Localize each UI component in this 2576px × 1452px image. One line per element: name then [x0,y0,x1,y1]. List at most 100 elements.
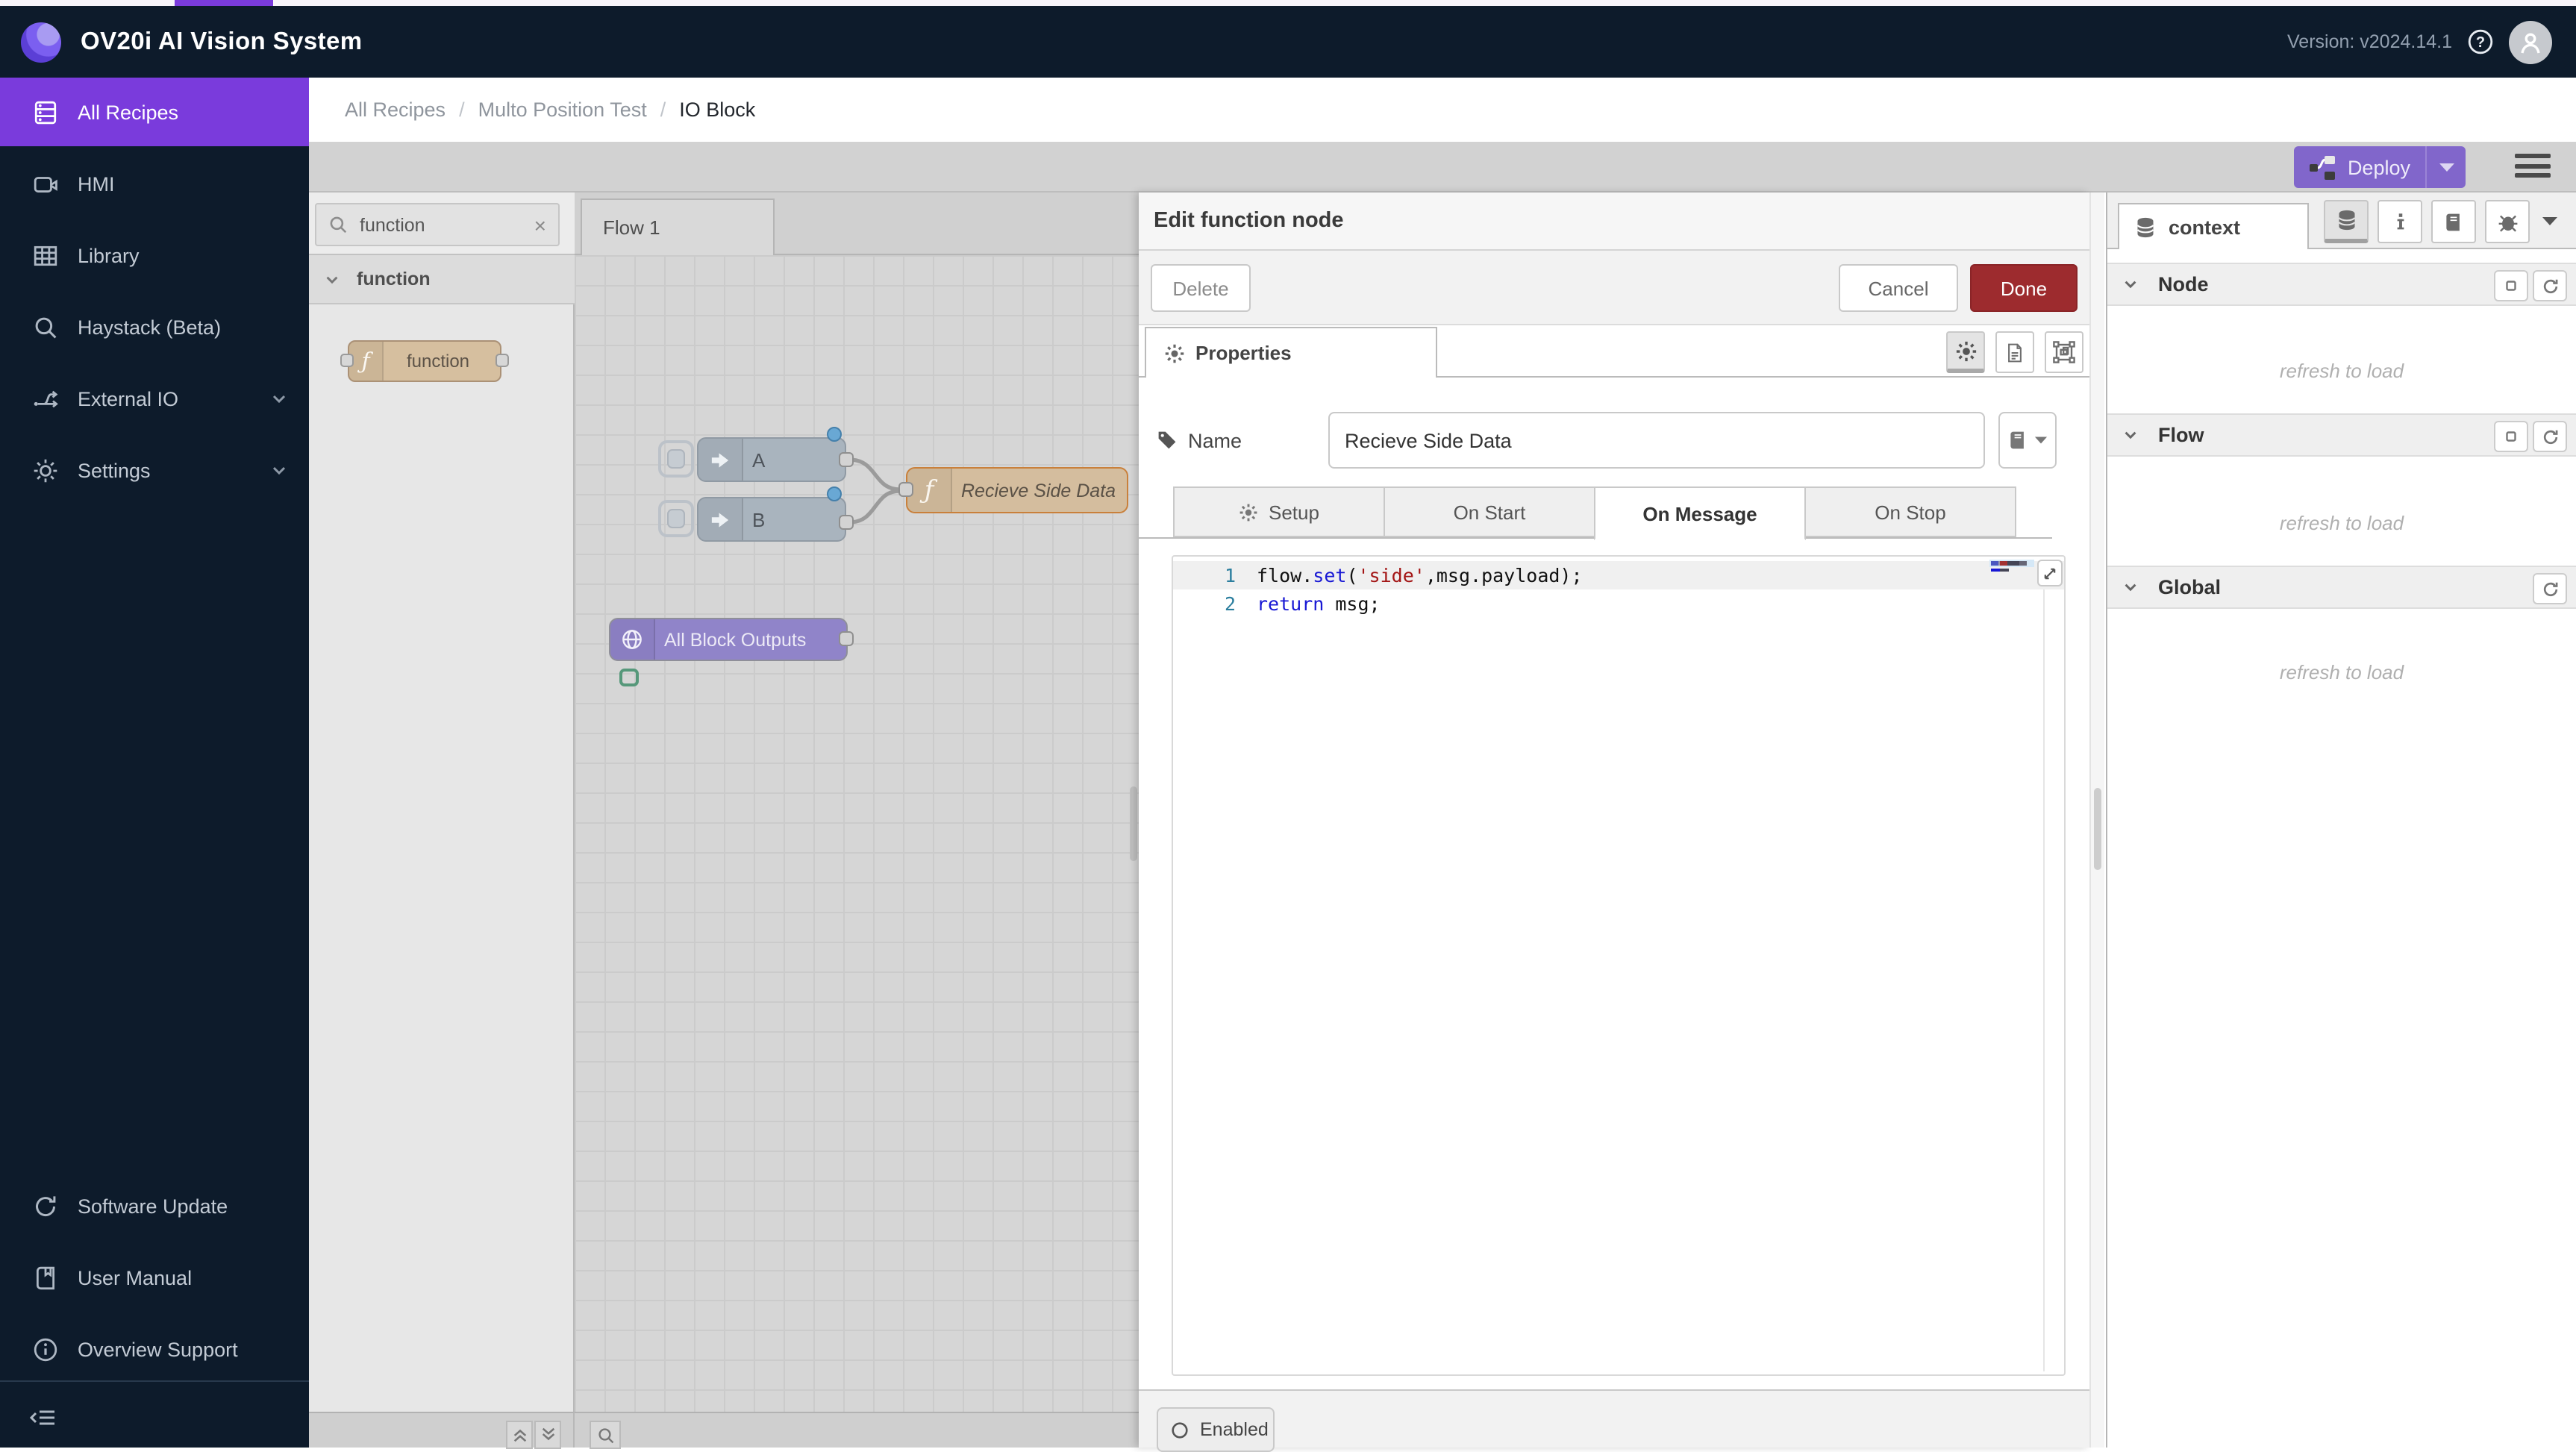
line-number: 1 [1173,561,1257,589]
svg-text:?: ? [2476,34,2485,51]
sidebar-item-software-update[interactable]: Software Update [0,1173,309,1239]
palette-node-output-port [495,354,509,367]
avatar[interactable] [2509,20,2552,63]
sidebar-item-settings[interactable]: Settings [0,437,309,503]
code-minimap[interactable] [1989,560,2034,583]
global-context-refresh-button[interactable] [2533,573,2567,604]
node-b-output-port[interactable] [839,515,854,530]
node-label: All Block Outputs [664,619,840,660]
palette-category-function[interactable]: function [309,255,575,304]
code-line-1[interactable]: 1 flow.set('side',msg.payload); [1173,561,2064,589]
flow-canvas[interactable]: A B ƒ Recieve Side Data All Block Output… [575,255,1139,1412]
name-label: Name [1157,412,1242,469]
delete-button[interactable]: Delete [1151,264,1251,312]
top-strip [0,0,2576,6]
section-title: Node [2158,273,2209,295]
node-b[interactable]: B [697,497,846,542]
link-arrow-icon [698,439,743,481]
tab-context[interactable]: context [2118,203,2309,249]
chevron-down-icon [2122,579,2139,595]
breadcrumb-multo-position-test[interactable]: Multo Position Test [478,98,647,121]
node-label: A [752,439,839,481]
wire-a-to-function[interactable] [849,460,900,489]
tab-flow-1[interactable]: Flow 1 [581,198,775,255]
dialog-scrollbar[interactable] [2089,193,2104,1448]
app-logo [21,22,61,62]
tab-setup[interactable]: Setup [1173,486,1385,537]
context-section-global[interactable]: Global [2107,566,2576,609]
node-recieve-side-data[interactable]: ƒ Recieve Side Data [906,467,1128,513]
appearance-button[interactable] [2045,331,2083,373]
palette-expand-all-button[interactable] [534,1421,561,1449]
search-icon [328,215,348,234]
name-input[interactable] [1328,412,1985,469]
tab-on-message[interactable]: On Message [1594,486,1806,540]
link-stub-b[interactable] [658,500,694,537]
code-editor[interactable]: 1 flow.set('side',msg.payload); 2 return… [1172,555,2066,1376]
help-book-button[interactable] [2431,200,2476,243]
palette-node-function[interactable]: ƒ function [348,340,501,382]
node-a[interactable]: A [697,437,846,482]
sidebar-item-all-recipes[interactable]: All Recipes [0,78,309,146]
chevron-down-icon [270,461,288,479]
palette-search-input[interactable] [357,213,534,237]
editor-scrollbar[interactable] [2043,589,2045,1371]
node-a-output-port[interactable] [839,452,854,467]
sidebar-item-label: External IO [78,387,178,410]
global-context-placeholder: refresh to load [2107,661,2576,683]
flow-context-refresh-button[interactable] [2533,421,2567,452]
tab-on-stop[interactable]: On Stop [1804,486,2016,537]
sidebar-item-overview-support[interactable]: Overview Support [0,1316,309,1382]
help-icon[interactable]: ? [2467,28,2494,55]
name-label-options-button[interactable] [1998,412,2057,469]
palette-search-box[interactable]: × [315,203,560,246]
cancel-button[interactable]: Cancel [1839,264,1958,312]
deploy-button[interactable]: Deploy [2294,146,2466,188]
code-line-2[interactable]: 2 return msg; [1173,589,2064,618]
sidebar-item-label: HMI [78,172,115,195]
collapse-sidebar-icon[interactable] [30,1406,57,1430]
tag-icon [1157,430,1178,451]
flow-context-placeholder: refresh to load [2107,512,2576,534]
debug-bug-button[interactable] [2485,200,2530,243]
sidebar-item-haystack[interactable]: Haystack (Beta) [0,294,309,360]
node-context-refresh-button[interactable] [2533,270,2567,301]
context-section-flow[interactable]: Flow [2107,413,2576,457]
dialog-form: Name Setup On Start On Message On Stop [1139,378,2089,1389]
sidebar-item-user-manual[interactable]: User Manual [0,1245,309,1310]
canvas-vertical-scrollbar[interactable] [1130,786,1137,861]
node-a-changed-dot [827,427,842,442]
expand-editor-icon[interactable] [2037,560,2063,586]
sidebar-divider [0,1380,309,1382]
description-button[interactable] [1995,331,2034,373]
section-title: Global [2158,576,2221,598]
clear-search-icon[interactable]: × [534,214,546,235]
breadcrumb-all-recipes[interactable]: All Recipes [345,98,446,121]
edit-properties-button[interactable] [1946,331,1985,373]
main-menu-button[interactable] [2515,154,2551,181]
all-block-outputs-output-port[interactable] [839,631,854,646]
tab-on-start[interactable]: On Start [1384,486,1595,537]
sidebar-item-library[interactable]: Library [0,222,309,288]
wire-b-to-function[interactable] [849,491,900,522]
done-button[interactable]: Done [1970,264,2078,312]
link-stub-a[interactable] [658,440,694,478]
flow-context-copy-button[interactable] [2494,421,2528,452]
dialog-title: Edit function node [1154,209,1344,233]
context-data-button[interactable] [2324,200,2369,243]
enabled-toggle-button[interactable]: Enabled [1157,1407,1275,1452]
sidebar-item-external-io[interactable]: External IO [0,366,309,431]
node-all-block-outputs[interactable]: All Block Outputs [609,618,848,661]
function-icon: ƒ [907,469,952,512]
deploy-dropdown[interactable] [2425,146,2466,188]
canvas-zoom-search-button[interactable] [590,1421,621,1449]
node-context-copy-button[interactable] [2494,270,2528,301]
function-input-port[interactable] [898,482,913,497]
tab-properties[interactable]: Properties [1145,327,1437,378]
dialog-scrollbar-thumb[interactable] [2094,788,2101,870]
info-button[interactable] [2378,200,2422,243]
context-section-node[interactable]: Node [2107,263,2576,306]
sidebar-options-caret[interactable] [2542,216,2558,227]
sidebar-item-hmi[interactable]: HMI [0,151,309,216]
palette-collapse-all-button[interactable] [506,1421,533,1449]
